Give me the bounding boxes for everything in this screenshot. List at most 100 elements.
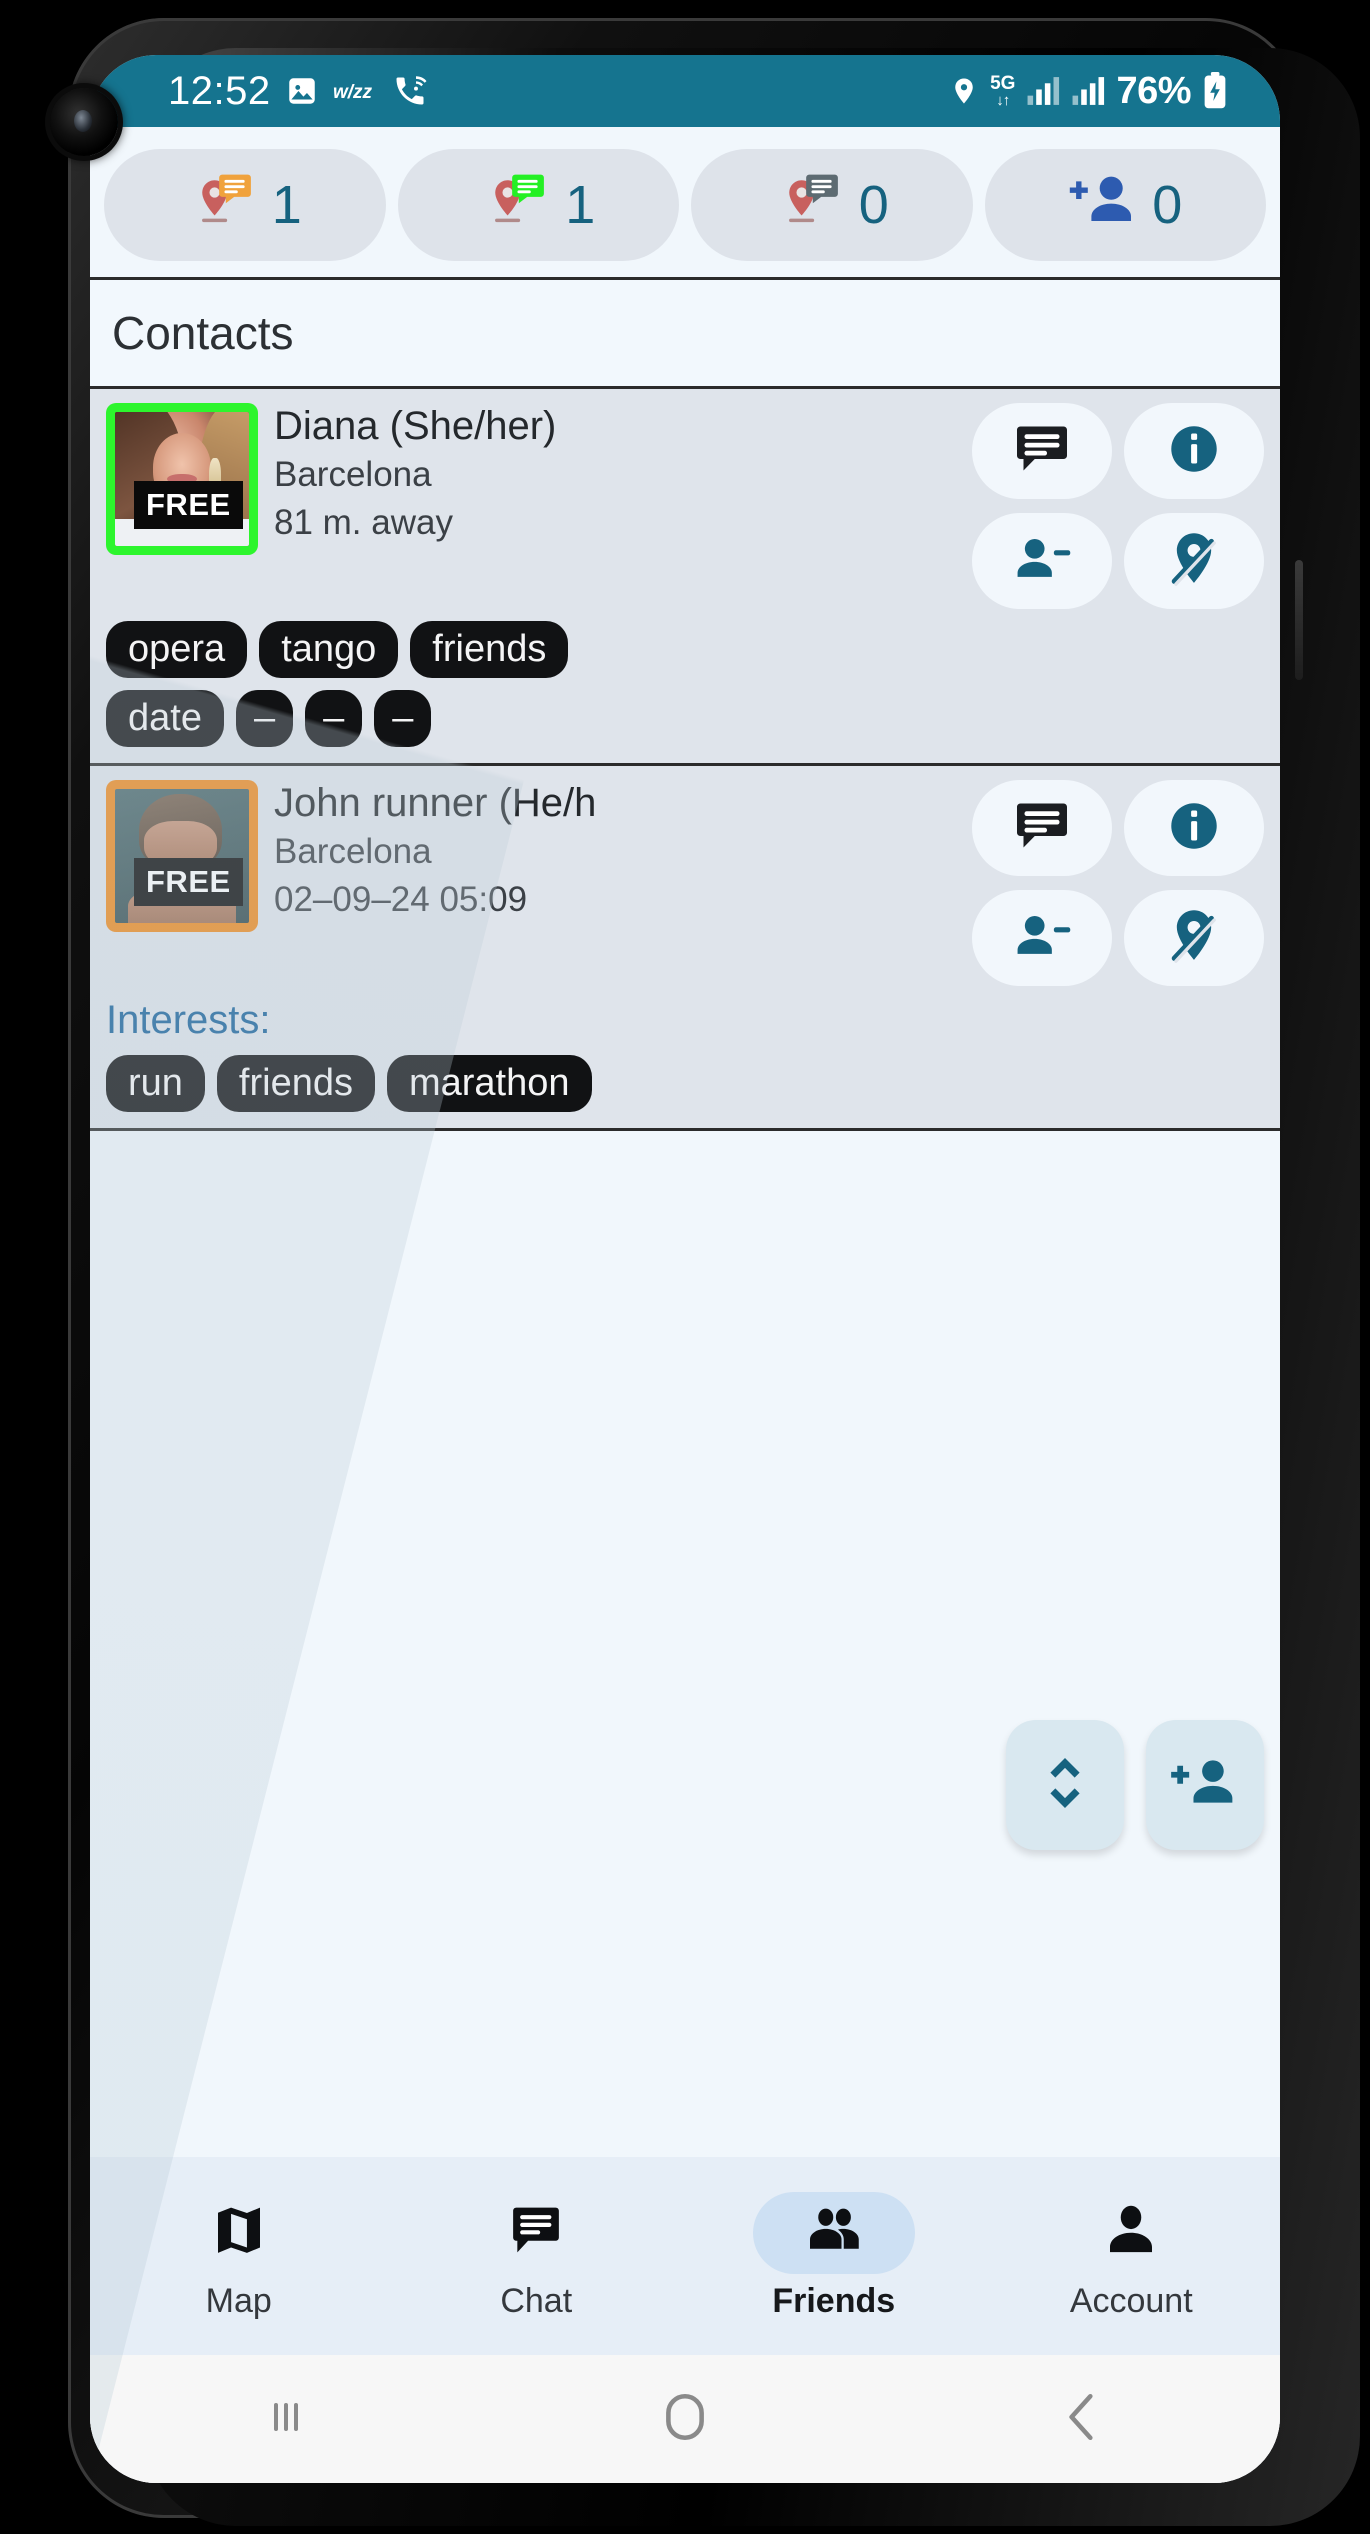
- chip-count: 0: [858, 175, 889, 235]
- info-button[interactable]: [1124, 403, 1264, 499]
- back-button[interactable]: [883, 2390, 1280, 2449]
- nav-pill: [158, 2192, 320, 2274]
- location-pin-message-icon: [188, 167, 264, 243]
- tag-chip[interactable]: run: [106, 1055, 205, 1112]
- chat-button[interactable]: [972, 403, 1112, 499]
- svg-text:w/zz: w/zz: [333, 82, 373, 103]
- call-wifi-icon: [391, 73, 429, 109]
- camera-lens-icon: [74, 110, 92, 132]
- contact-card-john[interactable]: FREE John runner (He/h Barcelona 02–09–2…: [90, 766, 1280, 1131]
- contact-city: Barcelona: [274, 832, 432, 871]
- people-icon: [804, 2203, 864, 2262]
- contact-name: John runner (He/h: [274, 781, 597, 825]
- tag-row-2: date – – –: [106, 690, 1264, 747]
- status-badge: FREE: [134, 858, 243, 906]
- home-button[interactable]: [487, 2390, 884, 2449]
- tag-chip-empty[interactable]: –: [235, 690, 294, 747]
- avatar[interactable]: FREE: [106, 780, 258, 932]
- tag-chip[interactable]: tango: [259, 621, 399, 678]
- add-person-chip[interactable]: 0: [984, 149, 1266, 261]
- pin-orange-message-chip[interactable]: 1: [104, 149, 386, 261]
- bottom-navigation: Map Chat Friends Account: [90, 2157, 1280, 2355]
- status-bar-left: 12:52 w/zz: [168, 69, 429, 114]
- signal-icon: [1026, 75, 1060, 107]
- contact-tags: Interests: run friends marathon: [106, 998, 1264, 1112]
- signal-icon-2: [1071, 75, 1105, 107]
- location-off-icon: [1165, 905, 1223, 972]
- remove-friend-button[interactable]: [972, 513, 1112, 609]
- floating-action-buttons: [1006, 1720, 1264, 1850]
- nav-item-friends[interactable]: Friends: [685, 2191, 983, 2321]
- nav-item-chat[interactable]: Chat: [388, 2192, 686, 2321]
- status-bar-right: 5G ↓↑ 76%: [949, 70, 1228, 113]
- remove-friend-button[interactable]: [972, 890, 1112, 986]
- nav-label: Chat: [500, 2281, 573, 2320]
- location-off-button[interactable]: [1124, 890, 1264, 986]
- wizz-icon: w/zz: [333, 78, 377, 104]
- location-off-button[interactable]: [1124, 513, 1264, 609]
- contact-timestamp: 02–09–24 05:09: [274, 879, 528, 919]
- battery-percentage: 76%: [1116, 69, 1191, 112]
- chat-icon: [1011, 419, 1073, 484]
- info-icon: [1165, 797, 1223, 860]
- location-off-icon: [1165, 528, 1223, 595]
- nav-label: Account: [1069, 2281, 1193, 2320]
- avatar[interactable]: FREE: [106, 403, 258, 555]
- phone-screen: 12:52 w/zz 5G ↓↑ 76% 1 1 0 0 Contacts FR…: [90, 55, 1280, 2483]
- nav-item-account[interactable]: Account: [983, 2192, 1281, 2321]
- contact-city: Barcelona: [274, 455, 432, 494]
- location-icon: [949, 73, 979, 109]
- tag-chip-empty[interactable]: –: [374, 690, 432, 747]
- unfold-more-icon: [1038, 1750, 1092, 1821]
- contact-distance: 81 m. away: [274, 502, 453, 542]
- tag-chip-empty[interactable]: –: [305, 690, 363, 747]
- chat-icon: [508, 2202, 564, 2263]
- chat-button[interactable]: [972, 780, 1112, 876]
- front-camera: [50, 88, 118, 156]
- pin-gray-message-chip[interactable]: 0: [691, 149, 973, 261]
- tag-chip[interactable]: friends: [410, 621, 569, 678]
- person-add-icon: [1169, 1752, 1241, 1819]
- contact-actions: [972, 403, 1264, 609]
- power-button[interactable]: [1295, 560, 1303, 680]
- sort-fab[interactable]: [1006, 1720, 1124, 1850]
- back-icon: [1060, 2390, 1104, 2449]
- network-5g-icon: 5G ↓↑: [990, 73, 1016, 109]
- page-title: Contacts: [112, 307, 294, 359]
- location-pin-message-icon: [775, 167, 851, 243]
- info-icon: [1165, 420, 1223, 483]
- tag-row-1: opera tango friends: [106, 621, 1264, 678]
- tag-chip[interactable]: opera: [106, 621, 248, 678]
- location-pin-message-icon: [481, 167, 557, 243]
- chat-icon: [1011, 796, 1073, 861]
- tag-chip[interactable]: friends: [216, 1055, 375, 1112]
- app-body: 1 1 0 0 Contacts FREE Diana (She/her) Ba…: [90, 127, 1280, 2483]
- contact-card-diana[interactable]: FREE Diana (She/her) Barcelona 81 m. awa…: [90, 389, 1280, 766]
- recents-button[interactable]: [90, 2393, 487, 2446]
- empty-list-area: [90, 1131, 1280, 1866]
- person-icon: [1103, 2202, 1159, 2263]
- contact-tags: opera tango friends date – – –: [106, 621, 1264, 747]
- tag-chip[interactable]: marathon: [386, 1055, 592, 1112]
- status-bar: 12:52 w/zz 5G ↓↑ 76%: [90, 55, 1280, 127]
- person-remove-icon: [1011, 531, 1073, 592]
- person-remove-icon: [1011, 908, 1073, 969]
- status-badge: FREE: [134, 481, 243, 529]
- tag-chip[interactable]: date: [106, 690, 224, 747]
- contact-info: Diana (She/her) Barcelona 81 m. away: [274, 403, 962, 609]
- recents-icon: [264, 2393, 312, 2446]
- battery-charging-icon: [1202, 72, 1228, 110]
- interests-label: Interests:: [106, 998, 271, 1042]
- status-clock: 12:52: [168, 68, 271, 113]
- counter-chip-row: 1 1 0 0: [90, 127, 1280, 277]
- nav-label: Map: [205, 2281, 272, 2320]
- pin-green-message-chip[interactable]: 1: [397, 149, 679, 261]
- nav-item-map[interactable]: Map: [90, 2192, 388, 2321]
- map-icon: [211, 2202, 267, 2263]
- nav-label: Friends: [772, 2281, 896, 2320]
- system-navigation-bar: [90, 2355, 1280, 2483]
- info-button[interactable]: [1124, 780, 1264, 876]
- contact-name: Diana (She/her): [274, 404, 557, 448]
- nav-pill: [455, 2192, 617, 2274]
- add-friend-fab[interactable]: [1146, 1720, 1264, 1850]
